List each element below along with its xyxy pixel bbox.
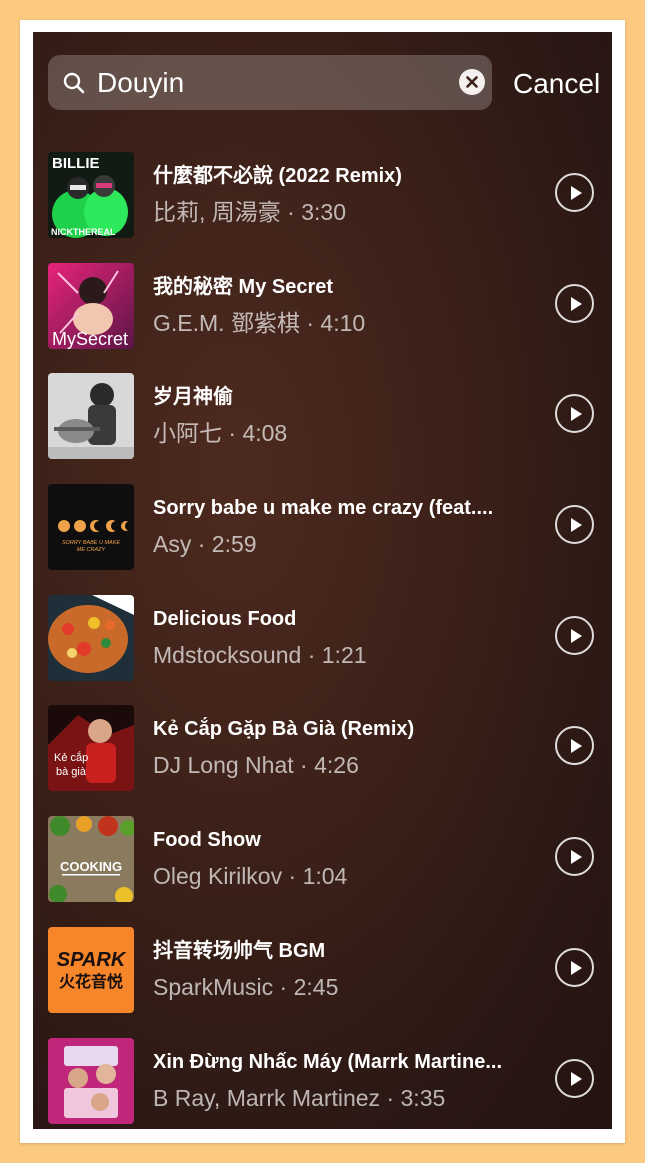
svg-text:SORRY BABE U MAKE: SORRY BABE U MAKE (62, 540, 120, 546)
play-button[interactable] (555, 1059, 594, 1098)
play-icon (571, 407, 582, 421)
play-button[interactable] (555, 284, 594, 323)
track-title: 我的秘密 My Secret (153, 276, 334, 298)
track-row[interactable]: SORRY BABE U MAKE ME CRAZY Sorry babe u … (48, 484, 603, 570)
search-icon (63, 72, 85, 94)
album-art (48, 373, 134, 459)
play-icon (571, 629, 582, 643)
play-button[interactable] (555, 616, 594, 655)
play-button[interactable] (555, 837, 594, 876)
track-subtitle: Mdstocksound · 1:21 (153, 642, 367, 668)
album-art: COOKING (48, 816, 134, 902)
clear-search-button[interactable] (459, 69, 485, 95)
track-artist: SparkMusic (153, 974, 274, 1000)
track-subtitle: G.E.M. 鄧紫棋 · 4:10 (153, 310, 366, 336)
track-duration: 1:21 (321, 642, 367, 668)
play-icon (571, 186, 582, 200)
track-row[interactable]: MySecret 我的秘密 My Secret G.E.M. 鄧紫棋 · 4:1… (48, 263, 603, 349)
track-title: Delicious Food (153, 608, 297, 630)
album-art: MySecret (48, 263, 134, 349)
track-row[interactable]: Delicious Food Mdstocksound · 1:21 (48, 595, 603, 681)
track-title: Xin Đừng Nhấc Máy (Marrk Martine... (153, 1051, 502, 1073)
play-button[interactable] (555, 394, 594, 433)
track-artist: DJ Long Nhat (153, 752, 294, 778)
track-artist: 比莉, 周湯豪 (153, 199, 281, 225)
album-art: SPARK 火花音悦 (48, 927, 134, 1013)
search-input[interactable]: Douyin (48, 55, 492, 110)
clear-icon (466, 76, 478, 88)
svg-text:SPARK: SPARK (57, 949, 127, 971)
svg-text:MySecret: MySecret (52, 329, 128, 349)
play-icon (571, 961, 582, 975)
track-subtitle: SparkMusic · 2:45 (153, 974, 339, 1000)
play-icon (571, 850, 582, 864)
track-title: 什麼都不必說 (2022 Remix) (153, 165, 402, 187)
track-artist: G.E.M. 鄧紫棋 (153, 310, 300, 336)
track-title: Sorry babe u make me crazy (feat.... (153, 497, 494, 519)
track-title: 岁月神偷 (153, 386, 233, 408)
album-art: BILLIE NICKTHEREAL (48, 152, 134, 238)
svg-text:Kẻ cắp: Kẻ cắp (54, 751, 88, 764)
track-duration: 4:26 (314, 752, 359, 778)
play-button[interactable] (555, 726, 594, 765)
track-row[interactable]: COOKING Food Show Oleg Kirilkov · 1:04 (48, 816, 603, 902)
play-button[interactable] (555, 505, 594, 544)
search-query[interactable]: Douyin (97, 66, 184, 99)
play-icon (571, 518, 582, 532)
svg-text:BILLIE: BILLIE (52, 155, 100, 172)
play-button[interactable] (555, 173, 594, 212)
track-artist: Oleg Kirilkov (153, 863, 283, 889)
track-row[interactable]: BILLIE NICKTHEREAL 什麼都不必說 (2022 Remix) 比… (48, 152, 603, 238)
track-title: Kẻ Cắp Gặp Bà Già (Remix) (153, 718, 415, 740)
track-subtitle: 小阿七 · 4:08 (153, 420, 288, 446)
track-duration: 3:35 (400, 1085, 446, 1111)
track-subtitle: Asy · 2:59 (153, 531, 257, 557)
play-button[interactable] (555, 948, 594, 987)
track-subtitle: Oleg Kirilkov · 1:04 (153, 863, 348, 889)
track-artist: Asy (153, 531, 192, 557)
svg-text:火花音悦: 火花音悦 (59, 972, 123, 991)
album-art (48, 1038, 134, 1124)
track-subtitle: B Ray, Marrk Martinez · 3:35 (153, 1085, 446, 1111)
track-duration: 4:08 (242, 420, 288, 446)
music-search-screen: Douyin Cancel BILLIE NICKTHEREAL 什麼都不必說 … (33, 32, 612, 1129)
album-art: SORRY BABE U MAKE ME CRAZY (48, 484, 134, 570)
svg-text:bà già: bà già (56, 766, 87, 778)
track-duration: 2:59 (211, 531, 257, 557)
track-duration: 4:10 (320, 310, 366, 336)
track-artist: 小阿七 (153, 420, 222, 446)
track-row[interactable]: Xin Đừng Nhấc Máy (Marrk Martine... B Ra… (48, 1038, 603, 1124)
track-title: 抖音转场帅气 BGM (153, 940, 326, 962)
album-art: Kẻ cắp bà già (48, 705, 134, 791)
svg-text:COOKING: COOKING (60, 859, 122, 874)
search-bar: Douyin Cancel (48, 55, 603, 110)
track-row[interactable]: SPARK 火花音悦 抖音转场帅气 BGM SparkMusic · 2:45 (48, 927, 603, 1013)
track-title: Food Show (153, 829, 261, 851)
track-artist: Mdstocksound (153, 642, 302, 668)
album-art (48, 595, 134, 681)
track-artist: B Ray, Marrk Martinez (153, 1085, 381, 1111)
svg-text:ME CRAZY: ME CRAZY (77, 547, 106, 553)
track-row[interactable]: Kẻ cắp bà già Kẻ Cắp Gặp Bà Già (Remix) … (48, 705, 603, 791)
play-icon (571, 739, 582, 753)
track-row[interactable]: 岁月神偷 小阿七 · 4:08 (48, 373, 603, 459)
track-duration: 1:04 (302, 863, 348, 889)
play-icon (571, 1072, 582, 1086)
track-subtitle: 比莉, 周湯豪 · 3:30 (153, 199, 346, 225)
track-duration: 3:30 (301, 199, 346, 225)
track-duration: 2:45 (293, 974, 339, 1000)
play-icon (571, 297, 582, 311)
track-subtitle: DJ Long Nhat · 4:26 (153, 752, 359, 778)
svg-text:NICKTHEREAL: NICKTHEREAL (51, 227, 116, 237)
cancel-button[interactable]: Cancel (513, 67, 600, 100)
